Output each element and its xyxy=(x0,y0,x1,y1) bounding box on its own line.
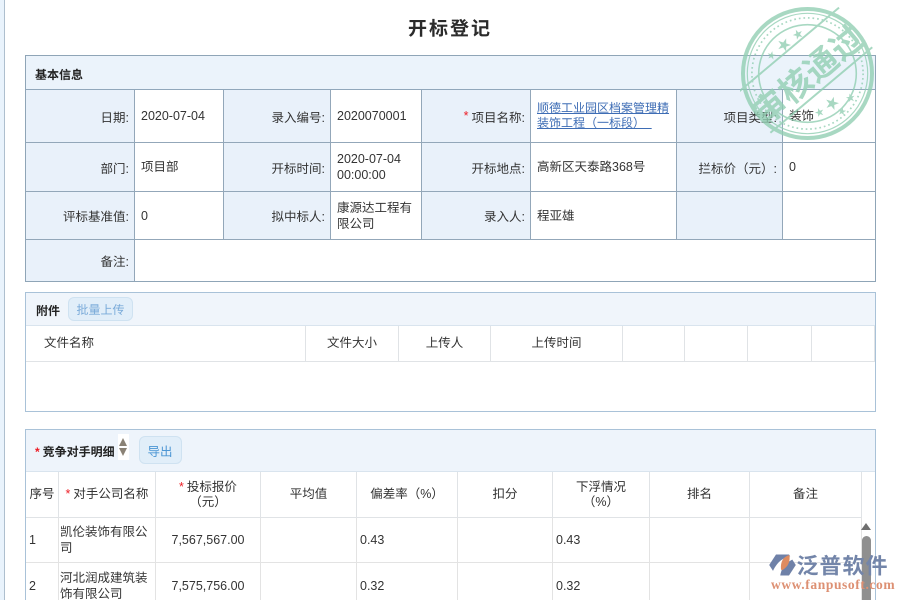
svg-text:www.fanpusoft.com: www.fanpusoft.com xyxy=(771,577,895,592)
svg-text:泛普软件: 泛普软件 xyxy=(797,554,889,579)
svg-text:审核通过: 审核通过 xyxy=(746,18,872,132)
